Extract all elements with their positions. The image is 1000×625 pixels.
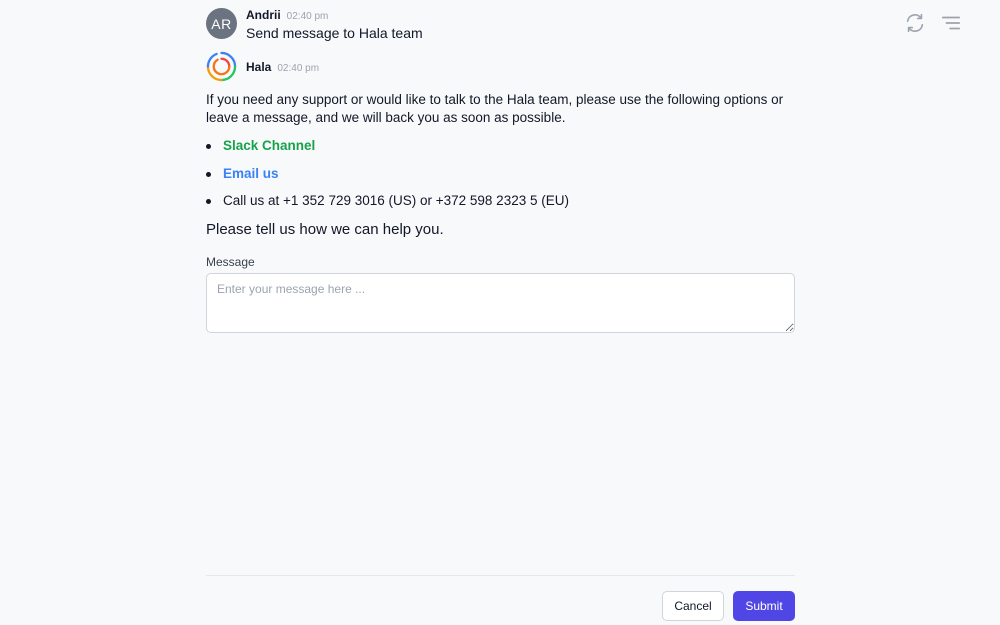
support-option-slack: Slack Channel: [206, 137, 796, 165]
chat-page: AR Andrii 02:40 pm Send message to Hala …: [0, 0, 1000, 625]
user-message-body: Andrii 02:40 pm Send message to Hala tea…: [246, 8, 423, 41]
refresh-icon[interactable]: [904, 12, 926, 34]
user-message-time: 02:40 pm: [286, 11, 329, 22]
submit-button[interactable]: Submit: [733, 591, 795, 621]
bot-author-name: Hala: [246, 60, 272, 74]
help-prompt-text: Please tell us how we can help you.: [206, 220, 444, 238]
bot-message-body: Hala 02:40 pm: [246, 51, 319, 74]
support-options-list: Slack Channel Email us Call us at +1 352…: [206, 137, 796, 220]
support-option-call: Call us at +1 352 729 3016 (US) or +372 …: [206, 192, 796, 220]
bot-message: Hala 02:40 pm: [206, 51, 319, 82]
user-avatar: AR: [206, 8, 237, 39]
user-message: AR Andrii 02:40 pm Send message to Hala …: [206, 8, 423, 41]
bot-message-time: 02:40 pm: [277, 63, 320, 74]
bot-message-content: If you need any support or would like to…: [206, 91, 796, 238]
user-message-text: Send message to Hala team: [246, 25, 423, 41]
footer-divider: [206, 575, 795, 576]
message-field-label: Message: [206, 255, 255, 269]
cancel-button[interactable]: Cancel: [662, 591, 724, 621]
support-intro-text: If you need any support or would like to…: [206, 92, 784, 125]
message-textarea[interactable]: [206, 273, 795, 333]
menu-icon[interactable]: [940, 12, 962, 34]
bot-message-header: Hala 02:40 pm: [246, 60, 319, 74]
top-toolbar: [904, 12, 962, 34]
slack-channel-link[interactable]: Slack Channel: [223, 138, 315, 153]
hala-logo-icon: [206, 51, 237, 82]
email-us-link[interactable]: Email us: [223, 166, 279, 181]
support-option-email: Email us: [206, 165, 796, 193]
user-message-header: Andrii 02:40 pm: [246, 8, 423, 22]
user-author-name: Andrii: [246, 8, 281, 22]
